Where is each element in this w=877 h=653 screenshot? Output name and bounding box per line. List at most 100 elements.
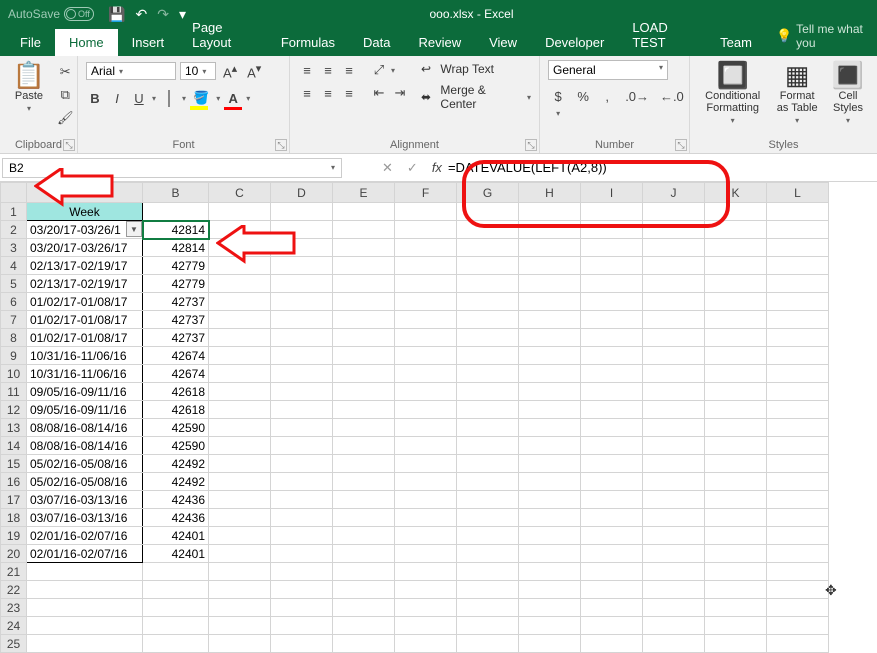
cell[interactable] [767, 239, 829, 257]
cell[interactable] [705, 275, 767, 293]
cell[interactable] [333, 311, 395, 329]
row-header[interactable]: 11 [1, 383, 27, 401]
cell[interactable] [457, 617, 519, 635]
cell[interactable] [271, 455, 333, 473]
cell[interactable] [705, 311, 767, 329]
conditional-formatting-button[interactable]: 🔲 Conditional Formatting▾ [698, 60, 767, 127]
align-top-icon[interactable]: ≡ [298, 61, 316, 80]
name-box[interactable]: B2 ▾ [2, 158, 342, 178]
increase-decimal-icon[interactable]: .0→ [622, 87, 651, 121]
cell[interactable]: 42436 [143, 509, 209, 527]
cell[interactable] [209, 347, 271, 365]
cell[interactable] [643, 365, 705, 383]
dialog-launcher-icon[interactable]: ⤡ [275, 139, 287, 151]
cell[interactable] [271, 365, 333, 383]
column-header[interactable]: J [643, 183, 705, 203]
cell[interactable] [143, 581, 209, 599]
cell[interactable] [395, 239, 457, 257]
tell-me-search[interactable]: 💡 Tell me what you [766, 16, 877, 56]
cell[interactable]: 42590 [143, 437, 209, 455]
row-header[interactable]: 12 [1, 401, 27, 419]
cell[interactable] [581, 545, 643, 563]
cell[interactable] [395, 617, 457, 635]
cell[interactable] [519, 329, 581, 347]
column-header[interactable]: C [209, 183, 271, 203]
cell[interactable] [767, 275, 829, 293]
cell[interactable] [271, 473, 333, 491]
cell[interactable] [581, 365, 643, 383]
row-header[interactable]: 4 [1, 257, 27, 275]
cell[interactable] [333, 275, 395, 293]
tab-view[interactable]: View [475, 29, 531, 56]
cell[interactable] [457, 455, 519, 473]
formula-input[interactable]: =DATEVALUE(LEFT(A2,8)) [442, 158, 877, 177]
cell[interactable] [519, 401, 581, 419]
cell[interactable] [457, 383, 519, 401]
cell[interactable] [643, 509, 705, 527]
cell-dropdown-button[interactable]: ▼ [126, 221, 142, 237]
cell[interactable] [705, 563, 767, 581]
row-header[interactable]: 18 [1, 509, 27, 527]
cell[interactable] [457, 311, 519, 329]
cell[interactable]: 42618 [143, 401, 209, 419]
dialog-launcher-icon[interactable]: ⤡ [675, 139, 687, 151]
dialog-launcher-icon[interactable]: ⤡ [525, 139, 537, 151]
cell[interactable] [457, 527, 519, 545]
row-header[interactable]: 6 [1, 293, 27, 311]
row-header[interactable]: 3 [1, 239, 27, 257]
tab-data[interactable]: Data [349, 29, 404, 56]
cell[interactable] [457, 401, 519, 419]
cell[interactable] [209, 365, 271, 383]
cell[interactable]: 09/05/16-09/11/16 [27, 383, 143, 401]
cell[interactable]: 42674 [143, 347, 209, 365]
cell[interactable] [767, 347, 829, 365]
cell[interactable] [643, 599, 705, 617]
cell[interactable] [457, 635, 519, 653]
tab-insert[interactable]: Insert [118, 29, 179, 56]
tab-developer[interactable]: Developer [531, 29, 618, 56]
cell[interactable] [209, 311, 271, 329]
cell[interactable] [457, 347, 519, 365]
select-all-button[interactable] [1, 183, 27, 203]
cell[interactable] [333, 581, 395, 599]
cell[interactable] [271, 311, 333, 329]
cell[interactable] [643, 401, 705, 419]
cell[interactable] [767, 329, 829, 347]
cell[interactable] [209, 383, 271, 401]
cell[interactable] [395, 491, 457, 509]
cell[interactable] [519, 419, 581, 437]
cell[interactable]: 10/31/16-11/06/16 [27, 347, 143, 365]
row-header[interactable]: 16 [1, 473, 27, 491]
cell[interactable]: 01/02/17-01/08/17 [27, 293, 143, 311]
cell[interactable]: 08/08/16-08/14/16 [27, 437, 143, 455]
increase-indent-icon[interactable]: ⇥ [391, 83, 409, 103]
format-as-table-button[interactable]: ▦ Format as Table▾ [771, 60, 823, 127]
cell[interactable] [395, 419, 457, 437]
cell[interactable] [705, 509, 767, 527]
cell[interactable]: 08/08/16-08/14/16 [27, 419, 143, 437]
cell[interactable]: 10/31/16-11/06/16 [27, 365, 143, 383]
cell[interactable] [209, 419, 271, 437]
cell[interactable] [271, 563, 333, 581]
cell[interactable] [643, 311, 705, 329]
cell[interactable]: 02/01/16-02/07/16 [27, 527, 143, 545]
cell[interactable] [209, 293, 271, 311]
row-header[interactable]: 24 [1, 617, 27, 635]
cell[interactable] [457, 581, 519, 599]
cell[interactable] [209, 527, 271, 545]
italic-button[interactable]: I [108, 89, 126, 108]
cell[interactable] [643, 383, 705, 401]
copy-icon[interactable]: ⧉ [54, 85, 77, 105]
number-format-combo[interactable]: General▾ [548, 60, 668, 80]
cut-icon[interactable]: ✂ [54, 62, 77, 82]
cell[interactable] [457, 545, 519, 563]
cell[interactable] [767, 203, 829, 221]
cell[interactable] [581, 491, 643, 509]
cell[interactable] [27, 599, 143, 617]
enter-formula-icon[interactable]: ✓ [407, 160, 418, 176]
cell[interactable] [271, 275, 333, 293]
cell[interactable] [705, 437, 767, 455]
cell[interactable] [27, 581, 143, 599]
cell[interactable] [705, 419, 767, 437]
cell[interactable] [581, 401, 643, 419]
